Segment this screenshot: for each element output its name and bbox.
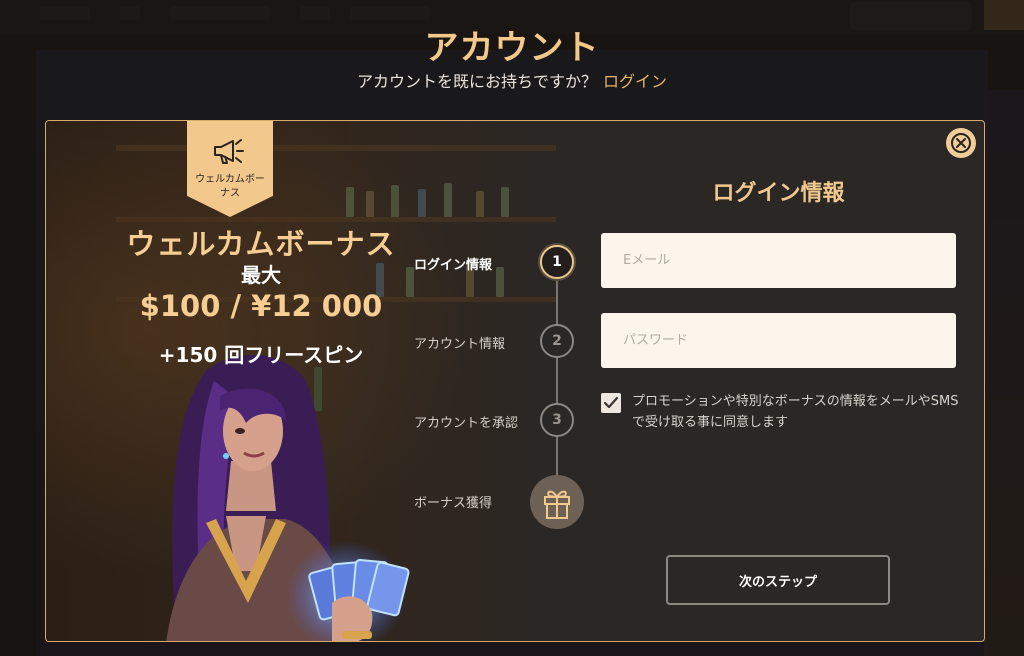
character-illustration [166,354,410,641]
consent-text: プロモーションや特別なボーナスの情報をメールやSMSで受け取る事に同意します [632,394,959,430]
step-label-account-info: アカウント情報 [414,337,506,352]
promo-artwork [46,121,566,641]
promo-title: ウェルカムボーナス [126,227,396,261]
check-icon [603,396,619,409]
step-2-circle: 2 [540,324,574,358]
page-subtitle: アカウントを既にお持ちですか？ ログイン [0,68,1024,92]
promo-amount: $100 / ¥12 000 [139,289,383,323]
step-3-circle: 3 [540,403,574,437]
has-account-text: アカウントを既にお持ちですか？ [356,72,597,91]
step-1-circle: 1 [540,245,574,279]
gift-icon [544,490,570,519]
next-step-button[interactable]: 次のステップ [666,555,890,605]
close-button[interactable] [946,128,976,158]
login-link[interactable]: ログイン [603,72,667,91]
step-label-login-info: ログイン情報 [414,258,493,273]
form-title: ログイン情報 [712,181,845,206]
email-field[interactable] [601,233,956,288]
step-label-get-bonus: ボーナス獲得 [414,496,493,511]
close-icon [951,133,971,153]
megaphone-icon [214,139,244,164]
password-field[interactable] [601,313,956,368]
promo-upto: 最大 [241,263,281,287]
consent-checkbox[interactable] [601,393,621,413]
promo-free-spins: +150 回フリースピン [158,343,364,367]
badge-label: ウェルカムボーナス [195,174,265,199]
step-label-verify-account: アカウントを承認 [414,416,519,431]
registration-modal: ウェルカムボーナス ウェルカムボーナス 最大 $100 / ¥12 000 +1… [45,120,985,642]
page-title: アカウント [424,28,600,68]
step-4-circle [530,475,584,529]
